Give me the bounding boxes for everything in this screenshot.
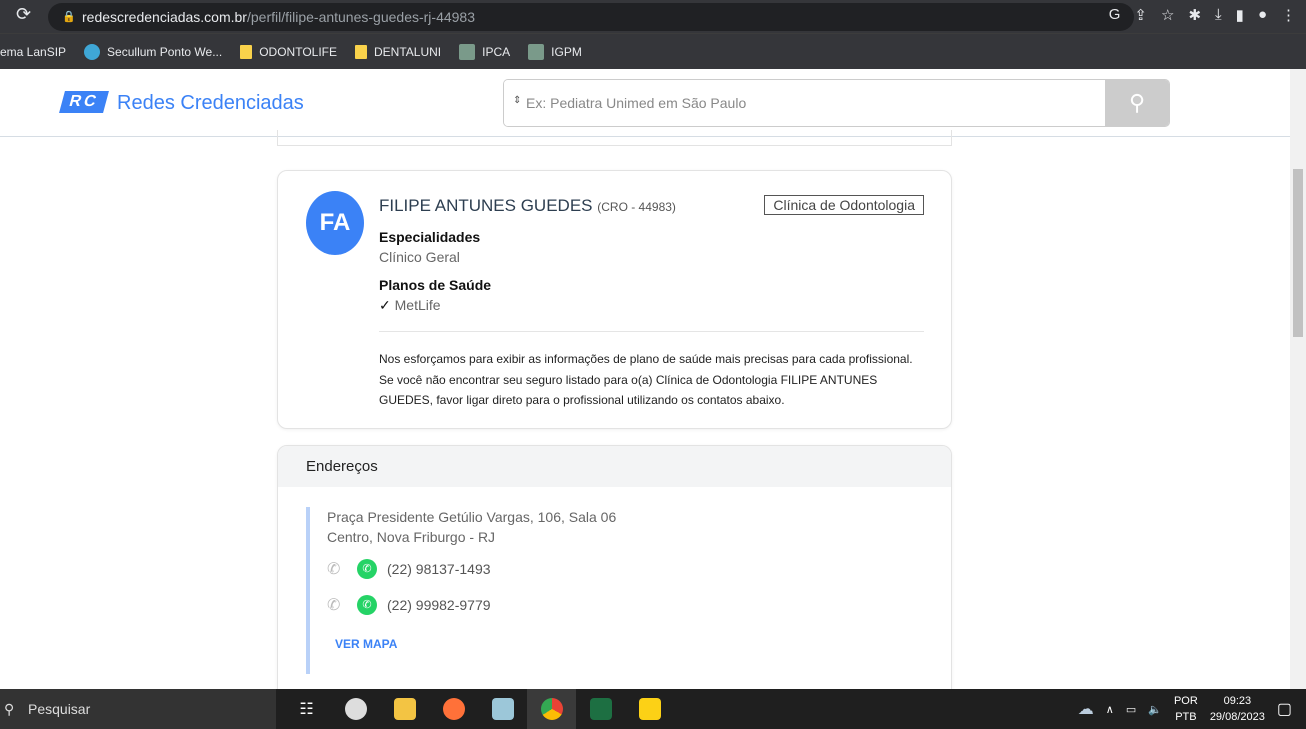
check-icon: ✓ bbox=[379, 297, 391, 313]
plan-name: MetLife bbox=[394, 297, 441, 313]
plan-item: ✓ MetLife bbox=[379, 297, 441, 314]
site-icon bbox=[459, 43, 476, 60]
bookmark[interactable]: ODONTOLIFE bbox=[240, 44, 338, 59]
chrome-icon[interactable] bbox=[527, 689, 576, 729]
bookmark[interactable]: ema LanSIP bbox=[0, 45, 66, 59]
logo[interactable]: RC bbox=[59, 91, 109, 113]
scrollbar[interactable] bbox=[1290, 69, 1306, 689]
reload-icon[interactable]: ⟳ bbox=[16, 4, 31, 25]
language-indicator[interactable]: POR PTB bbox=[1174, 693, 1198, 725]
site-icon bbox=[528, 43, 545, 60]
browser-toolbar: ⟳ 🔒 redescredenciadas.com.br/perfil/fili… bbox=[0, 0, 1306, 33]
taskbar: ⚲ Pesquisar ☷ ☁ ∧ ▭ 🔈 POR PTB 09:23 29/08/2… bbox=[0, 689, 1306, 729]
lang: POR bbox=[1173, 695, 1198, 707]
profile-icon[interactable]: ● bbox=[1258, 6, 1267, 24]
url-path: /perfil/filipe-antunes-guedes-rj-44983 bbox=[246, 9, 476, 25]
search-icon: ⚲ bbox=[1128, 90, 1146, 115]
search-label: Pesquisar bbox=[28, 701, 91, 717]
site-header: RC Redes Credenciadas ⇕ ⚲ bbox=[0, 69, 1290, 137]
divider bbox=[379, 331, 924, 332]
phone-row: ✆ ✆ (22) 98137-1493 bbox=[327, 551, 926, 587]
bookmark-label: DENTALUNI bbox=[374, 44, 442, 59]
bookmark-label: ema LanSIP bbox=[0, 44, 67, 59]
specialties-label: Especialidades bbox=[379, 229, 481, 245]
address-bar[interactable]: 🔒 redescredenciadas.com.br/perfil/filipe… bbox=[48, 3, 1134, 31]
phone-icon[interactable]: ✆ bbox=[327, 595, 347, 615]
bookmark[interactable]: IGPM bbox=[528, 43, 582, 60]
notifications-icon[interactable]: ▢ bbox=[1277, 699, 1292, 719]
avatar: FA bbox=[306, 191, 364, 255]
addresses-card: Endereços Praça Presidente Getúlio Varga… bbox=[277, 445, 952, 705]
address-block: Praça Presidente Getúlio Vargas, 106, Sa… bbox=[306, 507, 926, 674]
specialty: Clínico Geral bbox=[379, 249, 460, 265]
disclaimer: Nos esforçamos para exibir as informaçõe… bbox=[379, 352, 913, 407]
google-icon[interactable]: G bbox=[1109, 6, 1121, 24]
paint-icon[interactable] bbox=[331, 689, 380, 729]
lock-icon: 🔒 bbox=[62, 11, 76, 23]
whatsapp-icon[interactable]: ✆ bbox=[357, 595, 377, 615]
excel-icon[interactable] bbox=[576, 689, 625, 729]
scrollbar-thumb[interactable] bbox=[1293, 169, 1303, 337]
registry-number: (CRO - 44983) bbox=[597, 200, 676, 214]
star-icon[interactable]: ☆ bbox=[1161, 6, 1174, 24]
plans-label: Planos de Saúde bbox=[379, 277, 492, 293]
bookmark[interactable]: DENTALUNI bbox=[355, 44, 442, 59]
layout: PTB bbox=[1175, 711, 1197, 723]
chevron-up-icon[interactable]: ∧ bbox=[1106, 703, 1114, 716]
task-view-icon[interactable]: ☷ bbox=[282, 689, 331, 729]
phone-icon[interactable]: ✆ bbox=[327, 559, 347, 579]
search-box: ⇕ ⚲ bbox=[503, 79, 1170, 127]
bookmark[interactable]: IPCA bbox=[459, 43, 511, 60]
url-host: redescredenciadas.com.br bbox=[82, 9, 247, 25]
address-line: Centro, Nova Friburgo - RJ bbox=[327, 529, 496, 545]
clock-icon bbox=[84, 43, 101, 60]
addresses-title: Endereços bbox=[278, 446, 951, 487]
extensions-icon[interactable]: ✱ bbox=[1188, 6, 1201, 24]
address-line: Praça Presidente Getúlio Vargas, 106, Sa… bbox=[327, 509, 617, 525]
time: 09:23 bbox=[1223, 695, 1252, 707]
brand-name[interactable]: Redes Credenciadas bbox=[117, 92, 304, 115]
name-text: FILIPE ANTUNES GUEDES bbox=[379, 196, 593, 215]
bookmark-label: ODONTOLIFE bbox=[259, 44, 338, 59]
folder-icon bbox=[355, 44, 368, 59]
profile-card: FA FILIPE ANTUNES GUEDES (CRO - 44983) C… bbox=[277, 170, 952, 429]
sidepanel-icon[interactable]: ▮ bbox=[1236, 6, 1244, 24]
search-icon: ⚲ bbox=[4, 701, 15, 717]
share-icon[interactable]: ⇪ bbox=[1134, 6, 1147, 24]
taskbar-search[interactable]: ⚲ Pesquisar bbox=[0, 689, 276, 729]
whatsapp-icon[interactable]: ✆ bbox=[357, 559, 377, 579]
bookmark-label: Secullum Ponto We... bbox=[107, 44, 223, 59]
phone-number[interactable]: (22) 99982-9779 bbox=[387, 597, 491, 613]
clock[interactable]: 09:23 29/08/2023 bbox=[1210, 693, 1265, 725]
download-icon[interactable]: ⤓ bbox=[1215, 6, 1222, 24]
view-map-link[interactable]: VER MAPA bbox=[335, 637, 926, 651]
sort-icon: ⇕ bbox=[513, 95, 522, 106]
date: 29/08/2023 bbox=[1209, 711, 1265, 723]
volume-icon[interactable]: 🔈 bbox=[1148, 703, 1162, 716]
category-badge: Clínica de Odontologia bbox=[764, 195, 924, 215]
menu-icon[interactable]: ⋮ bbox=[1281, 6, 1296, 24]
firefox-icon[interactable] bbox=[429, 689, 478, 729]
phone-row: ✆ ✆ (22) 99982-9779 bbox=[327, 587, 926, 623]
onedrive-icon[interactable]: ☁ bbox=[1078, 699, 1094, 719]
phone-number[interactable]: (22) 98137-1493 bbox=[387, 561, 491, 577]
search-input[interactable] bbox=[504, 80, 1104, 126]
sticky-notes-icon[interactable] bbox=[625, 689, 674, 729]
professional-name: FILIPE ANTUNES GUEDES (CRO - 44983) bbox=[379, 196, 676, 216]
bookmark-label: IGPM bbox=[551, 44, 582, 59]
previous-card bbox=[277, 130, 952, 146]
bookmarks-bar: ema LanSIP Secullum Ponto We... ODONTOLI… bbox=[0, 33, 1306, 69]
app-icon[interactable] bbox=[478, 689, 527, 729]
folder-icon bbox=[240, 44, 253, 59]
bookmark[interactable]: Secullum Ponto We... bbox=[84, 43, 223, 60]
bookmark-label: IPCA bbox=[482, 44, 511, 59]
file-explorer-icon[interactable] bbox=[380, 689, 429, 729]
search-button[interactable]: ⚲ bbox=[1105, 80, 1169, 126]
network-icon[interactable]: ▭ bbox=[1126, 703, 1136, 716]
